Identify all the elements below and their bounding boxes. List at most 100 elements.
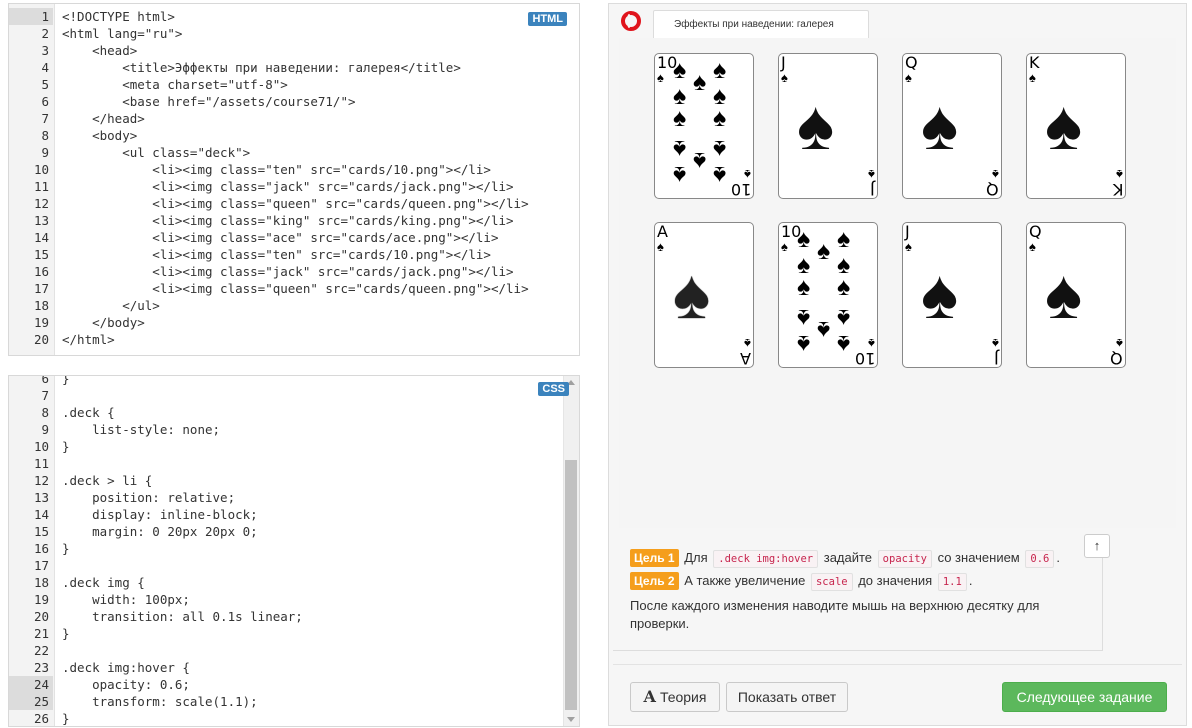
css-line[interactable]: 15 margin: 0 20px 20px 0; bbox=[9, 523, 579, 540]
code-text[interactable]: display: inline-block; bbox=[62, 506, 258, 523]
playing-card[interactable]: K ♠ K ♠ ♠ bbox=[1026, 53, 1126, 199]
code-text[interactable]: </body> bbox=[62, 314, 145, 331]
playing-card[interactable]: A ♠ A ♠ ♠ bbox=[654, 222, 754, 368]
code-text[interactable]: <li><img class="queen" src="cards/queen.… bbox=[62, 195, 528, 212]
code-text[interactable]: opacity: 0.6; bbox=[62, 676, 190, 693]
html-line[interactable]: 16 <li><img class="jack" src="cards/jack… bbox=[9, 263, 579, 280]
css-editor-scrollbar[interactable] bbox=[563, 376, 579, 726]
next-task-button[interactable]: Следующее задание bbox=[1002, 682, 1167, 712]
css-line[interactable]: 6} bbox=[9, 376, 579, 387]
html-line[interactable]: 4 <title>Эффекты при наведении: галерея<… bbox=[9, 59, 579, 76]
code-text[interactable]: <li><img class="jack" src="cards/jack.pn… bbox=[62, 263, 513, 280]
code-text[interactable]: <title>Эффекты при наведении: галерея</t… bbox=[62, 59, 461, 76]
code-text[interactable]: <li><img class="ten" src="cards/10.png">… bbox=[62, 161, 491, 178]
css-line[interactable]: 21} bbox=[9, 625, 579, 642]
html-line[interactable]: 15 <li><img class="ten" src="cards/10.pn… bbox=[9, 246, 579, 263]
scrollbar-thumb[interactable] bbox=[565, 460, 577, 710]
code-text[interactable]: <body> bbox=[62, 127, 137, 144]
css-line[interactable]: 25 transform: scale(1.1); bbox=[9, 693, 579, 710]
playing-card[interactable]: Q ♠ Q ♠ ♠ bbox=[1026, 222, 1126, 368]
html-line[interactable]: 17 <li><img class="queen" src="cards/que… bbox=[9, 280, 579, 297]
css-line[interactable]: 14 display: inline-block; bbox=[9, 506, 579, 523]
code-text[interactable]: <li><img class="ace" src="cards/ace.png"… bbox=[62, 229, 498, 246]
code-text[interactable]: transform: scale(1.1); bbox=[62, 693, 258, 710]
code-text[interactable]: </html> bbox=[62, 331, 115, 348]
code-text[interactable]: width: 100px; bbox=[62, 591, 190, 608]
code-text[interactable]: .deck { bbox=[62, 404, 115, 421]
card-rank: Q bbox=[986, 180, 999, 199]
theory-button[interactable]: A Теория bbox=[630, 682, 720, 712]
code-text[interactable]: <meta charset="utf-8"> bbox=[62, 76, 288, 93]
css-line[interactable]: 19 width: 100px; bbox=[9, 591, 579, 608]
css-line[interactable]: 13 position: relative; bbox=[9, 489, 579, 506]
html-code-lines[interactable]: 1 <!DOCTYPE html> 2 <html lang="ru"> 3 <head… bbox=[9, 8, 579, 348]
html-line[interactable]: 1 <!DOCTYPE html> bbox=[9, 8, 579, 25]
playing-card[interactable]: J ♠ J ♠ ♠ bbox=[778, 53, 878, 199]
code-text[interactable]: list-style: none; bbox=[62, 421, 220, 438]
code-text[interactable]: .deck img:hover { bbox=[62, 659, 190, 676]
playing-card[interactable]: 10 ♠ 10 ♠ ♠ ♠ ♠ ♠ ♠ ♠ ♠ ♠ ♠ ♠ ♠ ♠ bbox=[778, 222, 878, 368]
code-text[interactable]: margin: 0 20px 20px 0; bbox=[62, 523, 258, 540]
html-line[interactable]: 5 <meta charset="utf-8"> bbox=[9, 76, 579, 93]
code-text[interactable]: <base href="/assets/course71/"> bbox=[62, 93, 355, 110]
code-text[interactable]: <head> bbox=[62, 42, 137, 59]
code-text[interactable]: <html lang="ru"> bbox=[62, 25, 182, 42]
html-line[interactable]: 13 <li><img class="king" src="cards/king… bbox=[9, 212, 579, 229]
html-line[interactable]: 12 <li><img class="queen" src="cards/que… bbox=[9, 195, 579, 212]
css-line[interactable]: 12 .deck > li { bbox=[9, 472, 579, 489]
code-text[interactable]: <li><img class="king" src="cards/king.pn… bbox=[62, 212, 513, 229]
css-line[interactable]: 10} bbox=[9, 438, 579, 455]
css-line[interactable]: 22 bbox=[9, 642, 579, 659]
code-text[interactable]: } bbox=[62, 710, 70, 726]
html-line[interactable]: 6 <base href="/assets/course71/"> bbox=[9, 93, 579, 110]
playing-card[interactable]: 10 ♠ 10 ♠ ♠ ♠ ♠ ♠ ♠ ♠ ♠ ♠ ♠ ♠ ♠ ♠ bbox=[654, 53, 754, 199]
css-line[interactable]: 7 bbox=[9, 387, 579, 404]
css-code-lines[interactable]: 6} 7 8 .deck {9 list-style: none; 10} 11 12 .de… bbox=[9, 376, 579, 726]
css-line[interactable]: 20 transition: all 0.1s linear; bbox=[9, 608, 579, 625]
html-line[interactable]: 8 <body> bbox=[9, 127, 579, 144]
browser-tab[interactable]: Эффекты при наведении: галерея bbox=[653, 10, 869, 38]
code-text[interactable]: .deck > li { bbox=[62, 472, 152, 489]
code-text[interactable]: .deck img { bbox=[62, 574, 145, 591]
html-line[interactable]: 19 </body> bbox=[9, 314, 579, 331]
html-editor[interactable]: 1 <!DOCTYPE html> 2 <html lang="ru"> 3 <head… bbox=[8, 3, 580, 356]
playing-card[interactable]: J ♠ J ♠ ♠ bbox=[902, 222, 1002, 368]
css-line[interactable]: 11 bbox=[9, 455, 579, 472]
css-line[interactable]: 17 bbox=[9, 557, 579, 574]
code-text[interactable]: } bbox=[62, 540, 70, 557]
css-line[interactable]: 23 .deck img:hover { bbox=[9, 659, 579, 676]
code-text[interactable]: transition: all 0.1s linear; bbox=[62, 608, 303, 625]
code-text[interactable]: <ul class="deck"> bbox=[62, 144, 250, 161]
arrow-up-icon[interactable]: ↑ bbox=[1084, 534, 1110, 558]
css-line[interactable]: 9 list-style: none; bbox=[9, 421, 579, 438]
css-line[interactable]: 18 .deck img { bbox=[9, 574, 579, 591]
playing-card[interactable]: Q ♠ Q ♠ ♠ bbox=[902, 53, 1002, 199]
code-text[interactable]: } bbox=[62, 625, 70, 642]
html-line[interactable]: 9 <ul class="deck"> bbox=[9, 144, 579, 161]
code-text[interactable]: <li><img class="queen" src="cards/queen.… bbox=[62, 280, 528, 297]
css-line[interactable]: 24 opacity: 0.6; bbox=[9, 676, 579, 693]
css-editor[interactable]: 6} 7 8 .deck {9 list-style: none; 10} 11 12 .de… bbox=[8, 375, 580, 727]
scroll-down-arrow-icon[interactable] bbox=[567, 717, 575, 722]
code-text[interactable]: </ul> bbox=[62, 297, 160, 314]
html-line[interactable]: 11 <li><img class="jack" src="cards/jack… bbox=[9, 178, 579, 195]
spade-icon: ♠ bbox=[797, 225, 811, 253]
html-line[interactable]: 2 <html lang="ru"> bbox=[9, 25, 579, 42]
code-text[interactable]: <li><img class="ten" src="cards/10.png">… bbox=[62, 246, 491, 263]
css-line[interactable]: 26} bbox=[9, 710, 579, 726]
html-line[interactable]: 7 </head> bbox=[9, 110, 579, 127]
html-line[interactable]: 14 <li><img class="ace" src="cards/ace.p… bbox=[9, 229, 579, 246]
code-text[interactable]: } bbox=[62, 438, 70, 455]
css-line[interactable]: 8 .deck { bbox=[9, 404, 579, 421]
code-text[interactable]: position: relative; bbox=[62, 489, 235, 506]
code-text[interactable]: </head> bbox=[62, 110, 145, 127]
code-text[interactable]: <li><img class="jack" src="cards/jack.pn… bbox=[62, 178, 513, 195]
show-answer-button[interactable]: Показать ответ bbox=[726, 682, 848, 712]
html-line[interactable]: 3 <head> bbox=[9, 42, 579, 59]
html-line[interactable]: 10 <li><img class="ten" src="cards/10.pn… bbox=[9, 161, 579, 178]
html-line[interactable]: 20 </html> bbox=[9, 331, 579, 348]
code-text[interactable]: } bbox=[62, 376, 70, 387]
code-text[interactable]: <!DOCTYPE html> bbox=[62, 8, 175, 25]
html-line[interactable]: 18 </ul> bbox=[9, 297, 579, 314]
css-line[interactable]: 16} bbox=[9, 540, 579, 557]
